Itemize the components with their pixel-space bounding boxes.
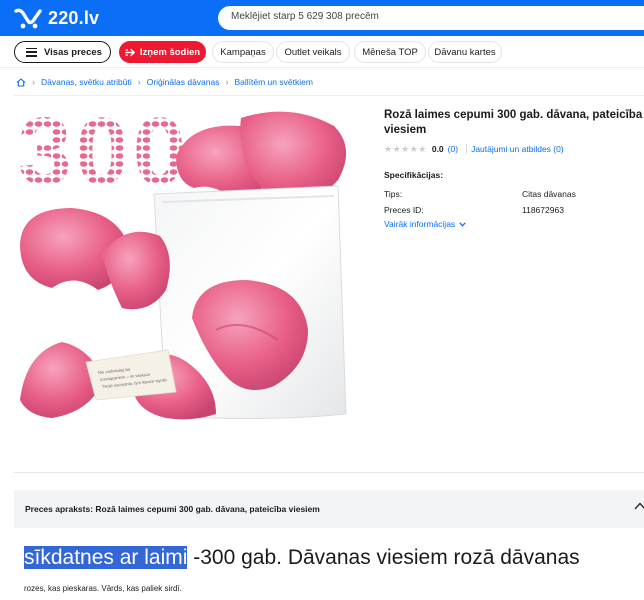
description-text: rozes, kas pieskaras. Vārds, kas paliek … — [24, 584, 182, 593]
rating-value: 0.0 — [431, 144, 444, 154]
chevron-right-icon: › — [137, 77, 141, 87]
description-heading: sīkdatnes ar laimi -300 gab. Dāvanas vie… — [24, 544, 580, 572]
more-info-link[interactable]: Vairāk informācijas — [384, 219, 466, 229]
reviews-link[interactable]: (0) — [448, 144, 458, 154]
nav-bar: Visas preces Izņem šodien Kampaņas Outle… — [0, 36, 644, 68]
logo-text: 220.lv — [48, 7, 100, 28]
breadcrumb-item[interactable]: Dāvanas, svētku atribūti — [41, 77, 132, 87]
spec-value: Citas dāvanas — [522, 189, 576, 199]
star-rating-icon: ★★★★★ — [384, 143, 427, 154]
more-info-label: Vairāk informācijas — [384, 219, 456, 229]
description-accordion[interactable]: Preces apraksts: Rozā laimes cepumi 300 … — [14, 490, 644, 528]
all-products-button[interactable]: Visas preces — [14, 41, 111, 63]
divider — [466, 144, 468, 154]
rating-row: ★★★★★ 0.0 (0) Jautājumi un atbildes (0) — [384, 143, 564, 155]
divider — [14, 95, 644, 96]
spec-value: 118672963 — [522, 205, 564, 215]
search-input[interactable]: Meklējiet starp 5 629 308 precēm — [218, 6, 644, 30]
search-placeholder: Meklējiet starp 5 629 308 precēm — [231, 11, 379, 22]
nav-campaigns[interactable]: Kampaņas — [212, 41, 274, 63]
description-title: Preces apraksts: Rozā laimes cepumi 300 … — [25, 504, 320, 514]
nav-gift-cards[interactable]: Dāvanu kartes — [428, 41, 502, 63]
description-heading-rest: -300 gab. Dāvanas viesiem rozā dāvanas — [187, 546, 580, 569]
breadcrumb-item[interactable]: Ballītēm un svētkiem — [234, 77, 312, 87]
chevron-right-icon: › — [32, 77, 35, 87]
spec-label: Tips: — [384, 189, 403, 199]
chevron-up-icon — [634, 502, 644, 510]
arrow-right-icon — [125, 48, 135, 56]
site-logo[interactable]: 220.lv — [14, 6, 99, 30]
chevron-right-icon: › — [225, 77, 229, 87]
nav-outlet[interactable]: Outlet veikals — [276, 41, 350, 63]
product-title: Rozā laimes cepumi 300 gab. dāvana, pate… — [384, 109, 643, 136]
qa-link[interactable]: Jautājumi un atbildes (0) — [471, 144, 564, 154]
all-products-label: Visas preces — [44, 46, 102, 58]
product-image[interactable]: 300 Nie zadowalaj się rozwiązaniem – im … — [16, 98, 356, 438]
home-icon[interactable] — [16, 77, 26, 87]
chevron-down-icon — [459, 221, 466, 227]
nav-month-top[interactable]: Mēneša TOP — [354, 41, 426, 63]
menu-icon — [26, 47, 37, 57]
specs-heading: Specifikācijas: — [384, 170, 444, 180]
pickup-today-label: Izņem šodien — [139, 46, 201, 58]
top-header: 220.lv Meklējiet starp 5 629 308 precēm — [0, 0, 644, 36]
breadcrumb-item[interactable]: Oriģinālas dāvanas — [147, 77, 220, 87]
divider — [14, 472, 644, 473]
selected-text: sīkdatnes ar laimi — [24, 546, 188, 569]
image-number-text: 300 — [18, 104, 190, 205]
pickup-today-button[interactable]: Izņem šodien — [119, 41, 206, 63]
cart-icon — [14, 8, 42, 29]
spec-label: Preces ID: — [384, 205, 424, 215]
breadcrumb: › Dāvanas, svētku atribūti › Oriģinālas … — [16, 76, 313, 88]
